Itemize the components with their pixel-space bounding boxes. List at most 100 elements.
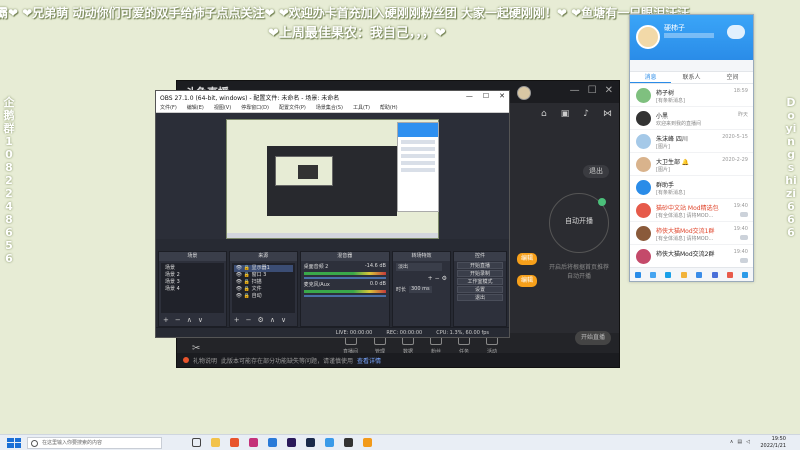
tab-space[interactable]: 空间 [712,72,753,83]
exit-button[interactable]: 退出 [583,165,609,178]
up-icon[interactable]: ∧ [187,316,192,324]
status-link[interactable]: 查看详情 [357,356,381,365]
menu-file[interactable]: 文件(F) [160,104,177,111]
edit-button-2[interactable]: 编辑 [517,275,537,287]
qq-contact-row[interactable]: 柿侠大猫Mod交流2群 19:40 [630,245,753,268]
close-icon[interactable]: ✕ [499,92,505,100]
scene-item[interactable]: 场景 3 [163,279,222,286]
remove-icon[interactable]: − [435,275,440,282]
maximize-icon[interactable]: ☐ [588,85,597,96]
remove-icon[interactable]: − [246,316,252,324]
auto-live-button[interactable]: 自动开播 [549,193,609,253]
menu-tools[interactable]: 工具(T) [353,104,370,111]
edge-browser-icon[interactable] [268,438,277,447]
weather-icon[interactable] [727,25,745,39]
mail-icon[interactable] [696,271,703,278]
bottom-item-4[interactable]: 任务 [458,335,471,355]
up-icon[interactable]: ∧ [270,316,275,324]
start-recording-button[interactable]: 开始录制 [456,270,504,277]
edit-button-1[interactable]: 编辑 [517,253,537,265]
add-icon[interactable]: + [163,316,169,324]
qq-contact-row[interactable]: 猫砂中文站 Mod精选包 [有全体消息] 请将MOD... 19:40 [630,199,753,222]
qq-contact-row[interactable]: 群助手 [有条新消息] [630,176,753,199]
person-icon[interactable] [650,271,657,278]
start-live-button[interactable]: 开始直播 [575,331,611,345]
gift-icon[interactable]: ⌂ [541,109,547,119]
avatar[interactable] [517,86,531,100]
qq-contact-row[interactable]: 大卫生部 🔔 [图片] 2020-2-29 [630,153,753,176]
obs-preview[interactable] [156,113,509,239]
bottom-item-0[interactable]: 直播间 [343,335,358,355]
menu-scene-collection[interactable]: 场景集合(S) [316,104,343,111]
store-icon[interactable] [726,271,733,278]
qq-panel[interactable]: 硬柿子 消息 联系人 空间 柿子树 [有条新消息] 18:59 小黑 欢迎来到我的直播间… [629,14,754,282]
qq-contact-row[interactable]: 柿子树 [有条新消息] 18:59 [630,84,753,107]
volume-icon[interactable]: ◁ [746,439,750,445]
tab-contacts[interactable]: 联系人 [671,72,712,83]
qq-contact-row[interactable]: 小黑 欢迎来到我的直播间 昨天 [630,107,753,130]
taskbar-search-input[interactable]: 在这里输入你要搜索的内容 [27,436,162,449]
game-icon[interactable] [711,271,718,278]
source-item[interactable]: 👁 🔒 窗口 3 [234,272,293,279]
scene-item[interactable]: 场景 4 [163,286,222,293]
file-explorer-icon[interactable] [211,438,220,447]
source-item[interactable]: 👁 🔒 自动 [234,293,293,300]
share-icon[interactable]: ⋈ [603,109,612,119]
transition-select[interactable]: 淡出 [395,263,442,271]
source-item[interactable]: 👁 🔒 显示器1 [233,265,293,272]
apps-icon[interactable] [742,271,749,278]
down-icon[interactable]: ∨ [198,316,203,324]
bottom-item-5[interactable]: 活动 [486,335,499,355]
taskbar-clock[interactable]: 19:50 2022/1/21 [760,436,786,450]
menu-edit[interactable]: 编辑(E) [187,104,204,111]
bell-icon[interactable]: ♪ [583,109,589,119]
windows-start-icon[interactable] [7,437,21,448]
bottom-item-2[interactable]: 数据 [402,335,415,355]
duration-input[interactable]: 300 ms [409,286,432,293]
menu-docks[interactable]: 停靠窗口(D) [241,104,269,111]
folder-icon[interactable] [680,271,687,278]
start-streaming-button[interactable]: 开始直播 [456,262,504,269]
qq-signature[interactable] [664,33,714,38]
source-item[interactable]: 👁 🔒 文件 [234,286,293,293]
menu-icon[interactable] [634,271,641,278]
down-icon[interactable]: ∨ [281,316,286,324]
network-icon[interactable]: ▤ [737,439,742,445]
qq-contact-row[interactable]: 柿侠大猫Mod交流1群 [有全体消息] 请将MOD... 19:40 [630,222,753,245]
photoshop-icon[interactable] [306,438,315,447]
douyu-taskbar-icon[interactable] [363,438,372,447]
menu-help[interactable]: 帮助(H) [380,104,398,111]
gear-icon[interactable]: ⚙ [442,275,447,282]
qq-search-input[interactable] [630,60,753,72]
obs-window[interactable]: OBS 27.1.0 (64-bit, windows) - 配置文件: 未命名… [155,90,510,338]
add-icon[interactable]: + [234,316,240,324]
settings-button[interactable]: 设置 [456,286,504,293]
source-item[interactable]: 👁 🔒 扫描 [234,279,293,286]
tab-messages[interactable]: 消息 [630,72,671,83]
task-view-icon[interactable] [192,438,201,447]
volume-slider[interactable] [303,277,386,279]
obs-taskbar-icon[interactable] [344,438,353,447]
gear-icon[interactable]: ⚙ [258,316,264,324]
menu-profile[interactable]: 配置文件(P) [279,104,306,111]
avatar[interactable] [636,25,660,49]
qq-icon[interactable] [665,271,672,278]
exit-button[interactable]: 退出 [456,294,504,301]
volume-slider[interactable] [303,295,386,297]
minimize-icon[interactable]: — [466,92,473,100]
media-app-icon[interactable] [230,438,239,447]
music-app-icon[interactable] [249,438,258,447]
scene-item[interactable]: 场景 [163,265,222,272]
maximize-icon[interactable]: ☐ [483,92,489,100]
bottom-item-3[interactable]: 粉丝 [430,335,443,355]
chevron-up-icon[interactable]: ∧ [730,439,734,445]
qq-taskbar-icon[interactable] [325,438,334,447]
add-icon[interactable]: + [428,275,433,282]
lock-icon[interactable]: ▣ [561,109,570,119]
premiere-icon[interactable] [287,438,296,447]
studio-mode-button[interactable]: 工作室模式 [456,278,504,285]
menu-view[interactable]: 视图(V) [214,104,231,111]
close-icon[interactable]: ✕ [605,85,613,96]
scene-item[interactable]: 场景 2 [163,272,222,279]
qq-contact-row[interactable]: 朱沫峰 四川 [图片] 2020-5-15 [630,130,753,153]
